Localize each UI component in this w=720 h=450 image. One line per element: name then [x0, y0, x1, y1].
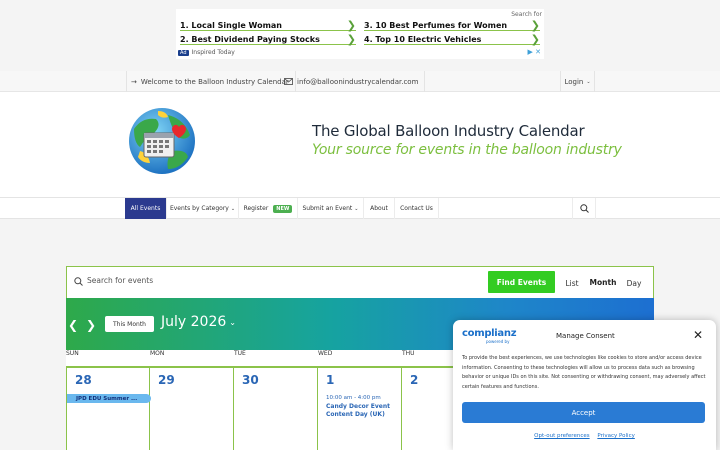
top-bar: → Welcome to the Balloon Industry Calend… [0, 71, 720, 92]
next-month-arrow-icon[interactable]: ❯ [86, 318, 96, 332]
calendar-day-cell[interactable]: 1 10:00 am - 4:00 pm Candy Decor Event C… [318, 368, 402, 450]
login-menu[interactable]: Login ⌄ [560, 71, 595, 92]
ad-choices-icon[interactable]: ▶ ✕ [528, 48, 541, 56]
find-events-button[interactable]: Find Events [488, 271, 555, 293]
consent-links: Opt-out preferences Privacy Policy [453, 433, 716, 439]
main-nav: All Events Events by Category ⌄ Register… [0, 197, 720, 219]
complianz-logo: complianz [462, 328, 517, 339]
privacy-policy-link[interactable]: Privacy Policy [597, 433, 634, 439]
event-search-bar: Search for events Find Events List Month… [66, 266, 654, 300]
day-number[interactable]: 1 [326, 373, 334, 387]
new-badge: NEW [273, 204, 293, 213]
day-name: THU [402, 350, 415, 357]
chevron-down-icon: ⌄ [229, 317, 236, 327]
nav-label: Register [243, 205, 269, 212]
nav-submit-event[interactable]: Submit an Event ⌄ [298, 198, 364, 219]
ad-link-2[interactable]: 2. Best Dividend Paying Stocks ❯ [180, 34, 356, 45]
ad-footer-text: Inspired Today [191, 49, 235, 56]
consent-text: To provide the best experiences, we use … [462, 355, 706, 390]
close-icon[interactable]: ✕ [693, 328, 703, 342]
ad-link-label: 3. 10 Best Perfumes for Women [364, 20, 508, 30]
ad-link-label: 4. Top 10 Electric Vehicles [364, 34, 482, 44]
welcome-link[interactable]: → Welcome to the Balloon Industry Calend… [126, 71, 296, 92]
login-label: Login [564, 77, 584, 86]
day-number[interactable]: 30 [242, 373, 259, 387]
nav-contact[interactable]: Contact Us [395, 198, 439, 219]
nav-label: All Events [130, 205, 161, 212]
site-logo[interactable] [128, 107, 196, 175]
chevron-down-icon: ⌄ [230, 205, 236, 212]
nav-register[interactable]: Register NEW [239, 198, 298, 219]
nav-events-by-category[interactable]: Events by Category ⌄ [167, 198, 239, 219]
consent-title: Manage Consent [556, 332, 615, 340]
calendar-day-cell[interactable]: 29 [150, 368, 234, 450]
chevron-down-icon: ⌄ [354, 205, 359, 212]
this-month-button[interactable]: This Month [105, 316, 154, 332]
ad-link-1[interactable]: 1. Local Single Woman ❯ [180, 20, 356, 31]
envelope-icon [284, 78, 293, 85]
view-list[interactable]: List [563, 267, 581, 300]
calendar-day-cell[interactable]: 30 [234, 368, 318, 450]
consent-modal: complianz powered by Manage Consent ✕ To… [453, 320, 716, 450]
nav-search-button[interactable] [572, 198, 596, 219]
nav-about[interactable]: About [364, 198, 395, 219]
nav-label: About [370, 205, 388, 212]
chevron-right-icon: ❯ [346, 32, 356, 46]
event-search-input[interactable]: Search for events [87, 276, 153, 285]
ad-link-3[interactable]: 3. 10 Best Perfumes for Women ❯ [364, 20, 540, 31]
accept-button[interactable]: Accept [462, 402, 705, 423]
calendar-day-cell[interactable]: 28 JPD EDU Summer ... [66, 368, 151, 450]
site-header: The Global Balloon Industry Calendar You… [0, 92, 720, 197]
complianz-logo-sub: powered by [486, 339, 510, 344]
welcome-text: Welcome to the Balloon Industry Calendar [140, 77, 289, 86]
ad-link-4[interactable]: 4. Top 10 Electric Vehicles ❯ [364, 34, 540, 45]
month-picker[interactable]: July 2026 ⌄ [161, 314, 236, 330]
day-number[interactable]: 29 [158, 373, 175, 387]
arrow-right-icon: → [131, 77, 137, 86]
ad-search-for: Search for [511, 11, 542, 18]
prev-month-arrow-icon[interactable]: ❮ [68, 318, 78, 332]
search-icon [74, 277, 83, 286]
chevron-down-icon: ⌄ [586, 78, 591, 85]
ad-badge: Ad [178, 49, 189, 56]
site-title[interactable]: The Global Balloon Industry Calendar [312, 122, 585, 140]
event-title-link[interactable]: Candy Decor Event Content Day (UK) [326, 403, 400, 419]
chevron-right-icon: ❯ [346, 18, 356, 32]
chevron-right-icon: ❯ [530, 18, 540, 32]
view-day[interactable]: Day [625, 267, 643, 300]
day-number[interactable]: 28 [75, 373, 92, 387]
day-name: MON [150, 350, 165, 357]
site-tagline: Your source for events in the balloon in… [312, 142, 622, 158]
email-text: info@balloonindustrycalendar.com [297, 77, 419, 86]
nav-label: Events by Category [169, 205, 229, 212]
event-pill[interactable]: JPD EDU Summer ... [67, 394, 151, 403]
nav-all-events[interactable]: All Events [125, 198, 167, 219]
day-name: SUN [66, 350, 79, 357]
event-time: 10:00 am - 4:00 pm [326, 395, 381, 401]
ad-banner[interactable]: Search for 1. Local Single Woman ❯ 3. 10 … [176, 9, 544, 59]
day-number[interactable]: 2 [410, 373, 418, 387]
ad-link-label: 2. Best Dividend Paying Stocks [180, 34, 320, 44]
nav-label: Submit an Event [302, 205, 353, 212]
day-name: WED [318, 350, 333, 357]
search-icon [579, 204, 589, 213]
chevron-right-icon: ❯ [530, 32, 540, 46]
opt-out-preferences-link[interactable]: Opt-out preferences [534, 433, 589, 439]
ad-link-label: 1. Local Single Woman [180, 20, 282, 30]
day-name: TUE [234, 350, 246, 357]
nav-label: Contact Us [400, 205, 433, 212]
month-label: July 2026 [161, 314, 227, 330]
ad-footer: Ad Inspired Today [178, 49, 235, 56]
email-link[interactable]: info@balloonindustrycalendar.com [280, 71, 426, 92]
view-month[interactable]: Month [589, 267, 617, 300]
